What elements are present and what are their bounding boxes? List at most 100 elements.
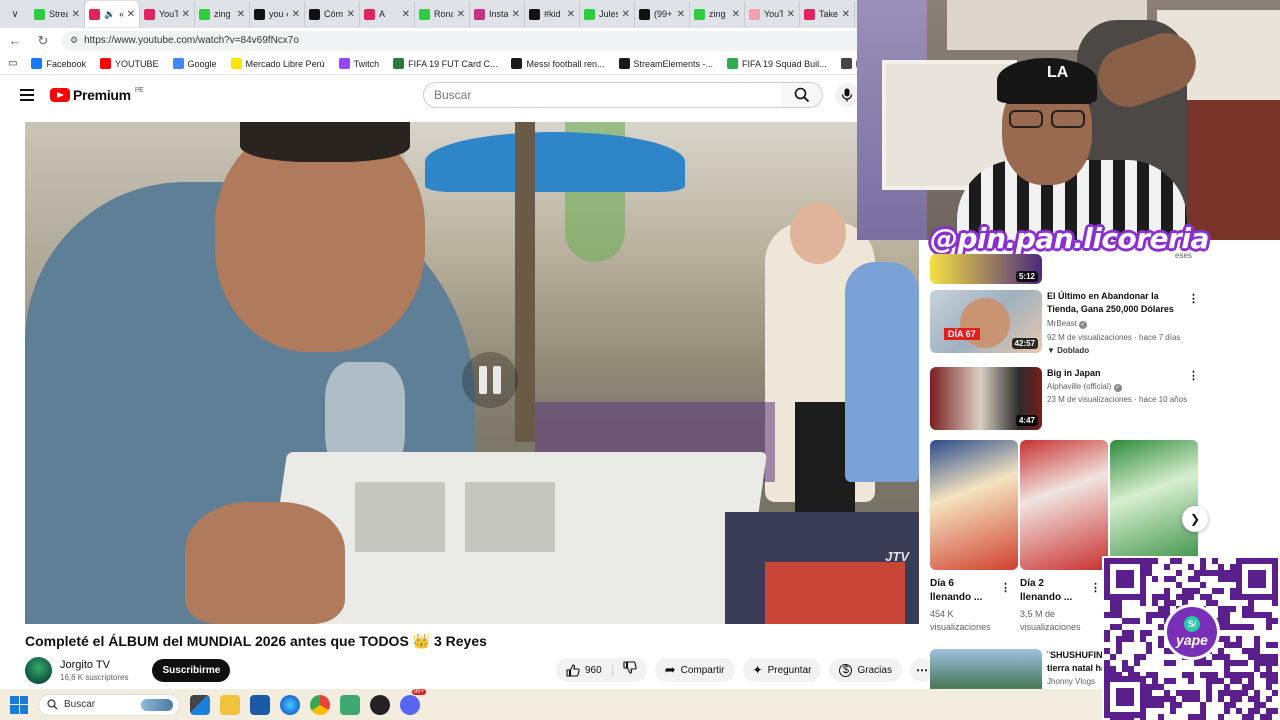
browser-tab[interactable]: A ✕ <box>360 1 415 27</box>
bookmark-item[interactable]: StreamElements -... <box>618 58 713 69</box>
short-thumbnail[interactable] <box>930 440 1018 570</box>
channel-name[interactable]: Jorgito TV <box>60 659 128 671</box>
tab-label: YouT <box>764 9 783 19</box>
speaker-icon[interactable]: 🔉 <box>104 9 115 20</box>
close-icon[interactable]: ✕ <box>182 9 190 20</box>
tab-favicon-icon <box>694 8 705 20</box>
close-icon[interactable]: ✕ <box>457 9 465 20</box>
bookmark-item[interactable]: Messi football ren... <box>511 58 605 69</box>
browser-tab[interactable]: 🔉 « ✕ <box>85 1 140 27</box>
browser-tab[interactable]: (99+ ✕ <box>635 1 690 27</box>
bookmark-devices-icon[interactable]: ▭ <box>8 58 17 69</box>
dislike-button[interactable] <box>613 661 647 679</box>
bookmark-item[interactable]: Mercado Libre Perú <box>230 58 325 69</box>
subscriber-count: 16,6 K suscriptores <box>60 672 129 682</box>
streamer-webcam: LA <box>857 0 1280 240</box>
verified-icon: ✓ <box>1079 321 1088 329</box>
more-options-icon[interactable]: ⋮ <box>1188 292 1199 305</box>
store-icon[interactable] <box>250 694 270 715</box>
close-icon[interactable]: ✕ <box>787 9 795 20</box>
yape-qr-code: S/ yape <box>1102 556 1278 720</box>
bookmark-item[interactable]: FIFA 19 Squad Buil... <box>727 58 827 69</box>
tab-label: Cóm <box>324 9 343 19</box>
taskbar-search-input[interactable]: Buscar <box>38 693 180 716</box>
menu-icon[interactable] <box>20 89 34 101</box>
edge-icon[interactable] <box>280 694 300 715</box>
more-options-icon[interactable]: ⋮ <box>1000 581 1011 594</box>
browser-tab[interactable]: Jules ✕ <box>580 1 635 27</box>
video-thumbnail <box>930 649 1042 689</box>
discord-icon[interactable]: 99+ <box>400 688 426 715</box>
browser-tab[interactable]: you « ✕ <box>250 1 305 27</box>
dubbed-label: Doblado <box>1057 346 1090 355</box>
channel-name-text: MrBeast <box>1047 319 1077 328</box>
voice-search-button[interactable] <box>835 83 859 107</box>
browser-tab[interactable]: Insta ✕ <box>470 1 525 27</box>
share-button[interactable]: ➦ Compartir <box>654 658 735 682</box>
browser-tab[interactable]: Rona ✕ <box>415 1 470 27</box>
more-options-icon[interactable]: ⋮ <box>1188 369 1199 382</box>
bookmark-item[interactable]: Google <box>172 58 217 69</box>
chevron-right-icon[interactable]: ❯ <box>1182 506 1208 532</box>
search-button[interactable] <box>781 82 823 108</box>
taskbar-search-label: Buscar <box>64 699 96 710</box>
subscribe-button[interactable]: Suscribirme <box>152 658 231 682</box>
bookmark-item[interactable]: FIFA 19 FUT Card C... <box>393 58 497 69</box>
browser-tab[interactable]: YouT ✕ <box>140 1 195 27</box>
notepad-icon[interactable] <box>340 694 360 715</box>
close-icon[interactable]: ✕ <box>512 9 520 20</box>
chrome-icon[interactable] <box>310 694 330 715</box>
search-icon <box>794 87 809 103</box>
site-info-icon[interactable]: ⚙ <box>70 35 78 46</box>
browser-tab[interactable]: YouT ✕ <box>745 1 800 27</box>
bookmark-item[interactable]: Facebook <box>31 58 86 69</box>
like-button[interactable]: 960 <box>556 663 613 677</box>
obs-icon[interactable] <box>370 694 390 715</box>
thanks-button[interactable]: $ Gracias <box>829 658 902 682</box>
close-icon[interactable]: ✕ <box>237 9 245 20</box>
channel-name: Jhonny Vlogs <box>1047 677 1096 686</box>
bookmark-label: Facebook <box>46 58 86 69</box>
recommendation-item[interactable]: DÍA 67 42:57 El Último en Abandonar la T… <box>930 290 1200 355</box>
video-player[interactable]: JTV <box>25 122 919 624</box>
browser-tab[interactable]: zing ✕ <box>690 1 745 27</box>
ask-button[interactable]: ✦ Preguntar <box>742 658 822 682</box>
tab-search-icon[interactable]: ∨ <box>4 3 26 25</box>
close-icon[interactable]: ✕ <box>72 9 80 20</box>
browser-tab[interactable]: Take ✕ <box>800 1 855 27</box>
pause-icon[interactable] <box>462 352 518 408</box>
short-thumbnail[interactable] <box>1020 440 1108 570</box>
file-explorer-icon[interactable] <box>220 694 240 715</box>
reload-icon[interactable]: ↻ <box>34 33 52 49</box>
bookmark-item[interactable]: YOUTUBE <box>99 58 159 69</box>
tab-label: « <box>119 9 122 19</box>
back-icon[interactable]: ← <box>6 33 24 48</box>
url-field[interactable]: ⚙ https://www.youtube.com/watch?v=84v69f… <box>62 30 882 51</box>
browser-tab[interactable]: Cóm ✕ <box>305 1 360 27</box>
channel-watermark: JTV <box>885 549 909 564</box>
close-icon[interactable]: ✕ <box>292 9 300 20</box>
short-thumbnail[interactable] <box>1110 440 1198 570</box>
search-input[interactable]: Buscar <box>423 82 783 108</box>
close-icon[interactable]: ✕ <box>402 9 410 20</box>
channel-name: Alphaville (official) ✓ <box>1047 382 1122 392</box>
close-icon[interactable]: ✕ <box>732 9 740 20</box>
close-icon[interactable]: ✕ <box>347 9 355 20</box>
youtube-premium-logo[interactable]: Premium PE <box>50 87 144 103</box>
recommendation-item[interactable]: 4:47 Big in Japan Alphaville (official) … <box>930 367 1200 431</box>
bookmark-item[interactable]: Twitch <box>338 58 379 69</box>
close-icon[interactable]: ✕ <box>127 9 135 20</box>
browser-tab[interactable]: zing ✕ <box>195 1 250 27</box>
close-icon[interactable]: ✕ <box>842 9 850 20</box>
close-icon[interactable]: ✕ <box>622 9 630 20</box>
browser-tab[interactable]: #kid ✕ <box>525 1 580 27</box>
browser-tab[interactable]: Strea ✕ <box>30 1 85 27</box>
task-view-icon[interactable] <box>190 694 210 715</box>
windows-start-icon[interactable] <box>10 695 28 714</box>
url-text: https://www.youtube.com/watch?v=84v69fNc… <box>84 35 299 46</box>
more-options-icon[interactable]: ⋮ <box>1090 581 1101 594</box>
close-icon[interactable]: ✕ <box>567 9 575 20</box>
channel-avatar[interactable] <box>25 656 52 684</box>
close-icon[interactable]: ✕ <box>677 9 685 20</box>
bookmark-favicon-icon <box>31 58 43 69</box>
